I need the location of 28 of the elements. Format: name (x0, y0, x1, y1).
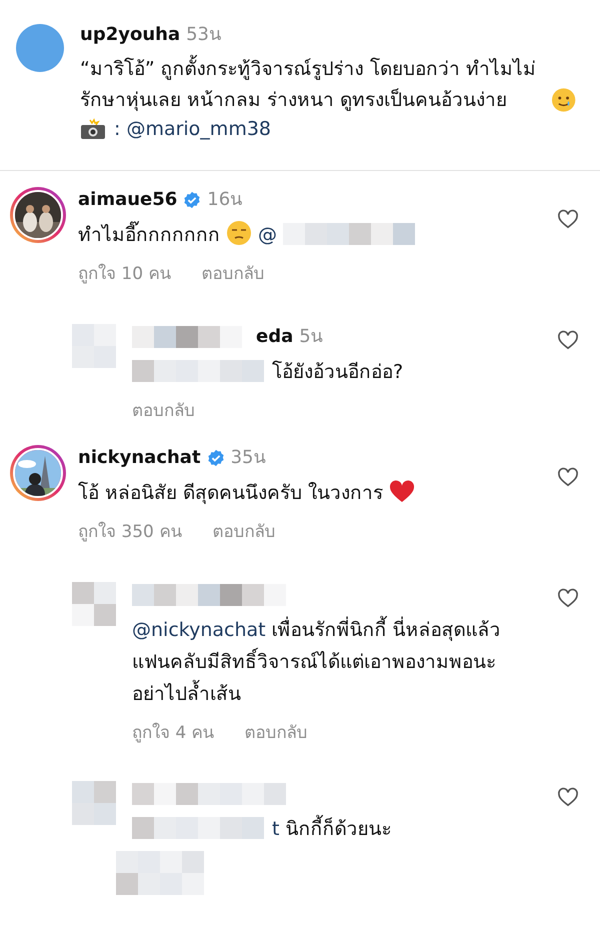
comment-time: 35น (230, 446, 266, 470)
comment-text: โอ้ หล่อนิสัย ดีสุดคนนึงครับ ในวงการ (78, 477, 544, 509)
avatar[interactable] (16, 24, 64, 72)
mention-link[interactable]: @nickynachat (132, 619, 266, 641)
heart-emoji-icon (389, 480, 416, 504)
like-heart-icon[interactable] (556, 330, 580, 352)
caption-text: “มาริโอ้” ถูกตั้งกระทู้วิจารณ์รูปร่าง โดยบอกว่า ทำไมไม่รักษาหุ่นเลย หน้ากลม ร่างหนา ดูทรงเป็นคนอ้วนง่าย (80, 54, 545, 116)
credit-link[interactable]: : @mario_mm38 (114, 118, 272, 140)
comment-text: ทำไมอี๊กกกกกกก @ (78, 219, 544, 251)
comment-time: 5น (299, 325, 323, 349)
like-heart-icon[interactable] (556, 588, 580, 610)
comment-text: t นิกกี้ก็ด้วยนะ (132, 813, 522, 895)
camera-emoji-icon (80, 118, 106, 140)
username[interactable]: eda (256, 324, 294, 350)
comment-time: 16น (207, 188, 242, 212)
comment-text: โอ้ยังอ้วนอีกอ่อ? (132, 356, 522, 388)
mention-link[interactable]: t (272, 818, 280, 840)
username[interactable]: aimaue56 (78, 187, 178, 213)
mention-link[interactable]: @ (258, 224, 277, 246)
unamused-face-emoji-icon (226, 220, 252, 246)
comment-text: @nickynachat เพื่อนรักพี่นิกกี้ นี่หล่อสุดแล้ว แฟนคลับมีสิทธิ์วิจารณ์ได้แต่เอาพองามพอนะ อย่าไปล้ำเส้น (132, 614, 522, 710)
username[interactable]: nickynachat (78, 445, 201, 471)
like-heart-icon[interactable] (556, 209, 580, 231)
like-heart-icon[interactable] (556, 787, 580, 809)
like-heart-icon[interactable] (556, 467, 580, 489)
username[interactable]: up2youha (80, 22, 180, 48)
post-time: 53น (186, 23, 222, 47)
smiling-face-with-tear-emoji-icon (550, 87, 576, 113)
